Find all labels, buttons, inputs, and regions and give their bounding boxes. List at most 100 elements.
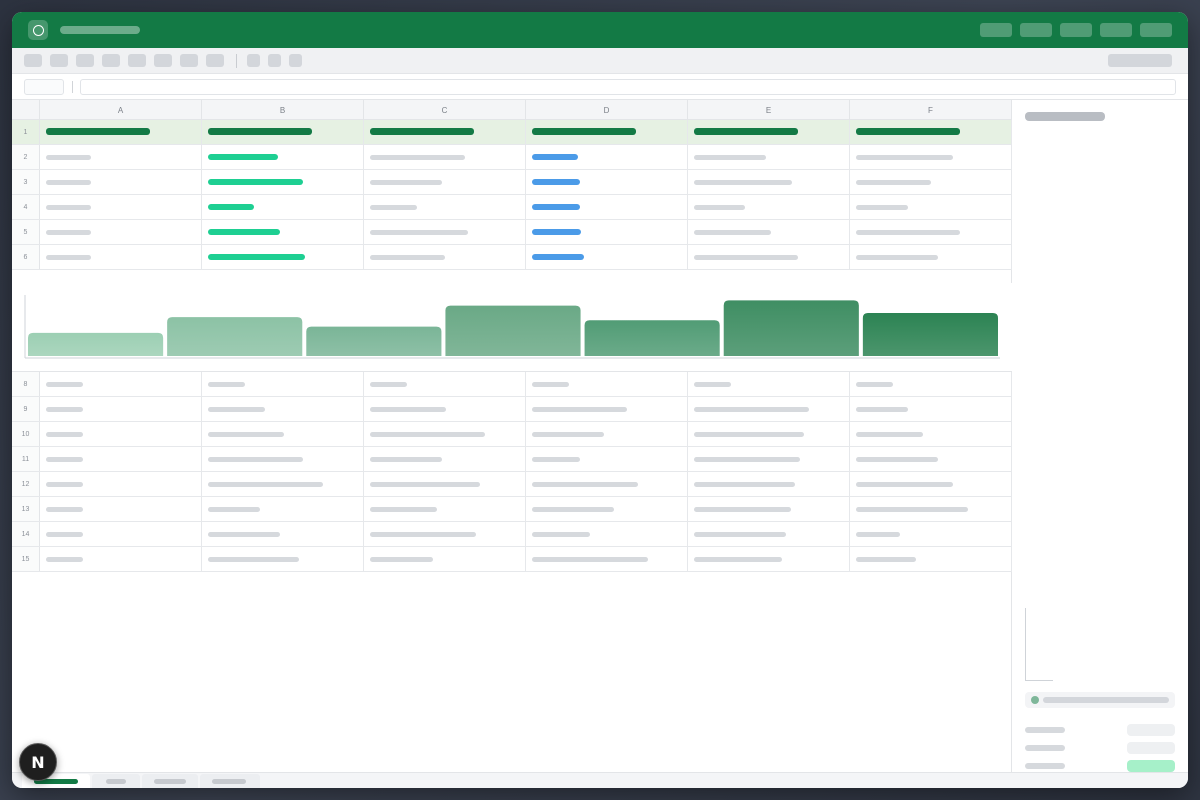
table-cell[interactable] [202, 372, 364, 396]
table-cell[interactable] [202, 120, 364, 144]
row-number[interactable]: 14 [12, 522, 40, 546]
title-action-button[interactable] [1060, 23, 1092, 37]
table-cell[interactable] [850, 447, 1012, 471]
table-cell[interactable] [850, 397, 1012, 421]
table-cell[interactable] [850, 145, 1012, 169]
table-cell[interactable] [40, 195, 202, 219]
table-cell[interactable] [850, 195, 1012, 219]
column-header[interactable]: B [202, 100, 364, 120]
table-cell[interactable] [202, 547, 364, 571]
table-cell[interactable] [850, 422, 1012, 446]
table-cell[interactable] [40, 170, 202, 194]
table-cell[interactable] [850, 220, 1012, 244]
table-cell[interactable] [688, 522, 850, 546]
table-cell[interactable] [202, 245, 364, 269]
table-cell[interactable] [526, 447, 688, 471]
sheet-tab[interactable] [200, 774, 260, 788]
row-number[interactable]: 2 [12, 145, 40, 169]
table-cell[interactable] [364, 220, 526, 244]
toolbar-button[interactable] [268, 54, 281, 67]
table-cell[interactable] [364, 472, 526, 496]
table-cell[interactable] [364, 170, 526, 194]
table-cell[interactable] [850, 120, 1012, 144]
table-cell[interactable] [202, 472, 364, 496]
column-header[interactable]: D [526, 100, 688, 120]
table-cell[interactable] [40, 245, 202, 269]
table-cell[interactable] [364, 547, 526, 571]
table-cell[interactable] [202, 195, 364, 219]
table-cell[interactable] [364, 522, 526, 546]
table-cell[interactable] [526, 120, 688, 144]
title-action-button[interactable] [1100, 23, 1132, 37]
table-cell[interactable] [40, 372, 202, 396]
sheet-tab[interactable] [142, 774, 198, 788]
table-cell[interactable] [40, 497, 202, 521]
table-cell[interactable] [364, 120, 526, 144]
row-number[interactable]: 3 [12, 170, 40, 194]
row-number[interactable]: 5 [12, 220, 40, 244]
title-action-button[interactable] [1140, 23, 1172, 37]
table-cell[interactable] [40, 522, 202, 546]
column-header[interactable]: A [40, 100, 202, 120]
table-cell[interactable] [364, 497, 526, 521]
toolbar-button[interactable] [247, 54, 260, 67]
property-value-toggle[interactable] [1127, 760, 1175, 772]
status-badge[interactable]: N [19, 743, 57, 781]
column-header[interactable]: E [688, 100, 850, 120]
cell-name-box[interactable] [24, 79, 64, 95]
table-cell[interactable] [202, 170, 364, 194]
table-cell[interactable] [850, 497, 1012, 521]
table-cell[interactable] [688, 497, 850, 521]
table-cell[interactable] [850, 547, 1012, 571]
toolbar-button[interactable] [24, 54, 42, 67]
property-value-field[interactable] [1127, 724, 1175, 736]
toolbar-button[interactable] [50, 54, 68, 67]
table-cell[interactable] [40, 547, 202, 571]
property-value-field[interactable] [1127, 742, 1175, 754]
row-number[interactable]: 15 [12, 547, 40, 571]
row-number[interactable]: 8 [12, 372, 40, 396]
row-number[interactable]: 4 [12, 195, 40, 219]
legend-item[interactable] [1025, 692, 1175, 708]
table-cell[interactable] [202, 522, 364, 546]
table-cell[interactable] [688, 397, 850, 421]
table-cell[interactable] [526, 170, 688, 194]
formula-input[interactable] [80, 79, 1176, 95]
row-number[interactable]: 11 [12, 447, 40, 471]
sheet-tab[interactable] [92, 774, 140, 788]
table-cell[interactable] [688, 372, 850, 396]
toolbar-button[interactable] [180, 54, 198, 67]
toolbar-button[interactable] [206, 54, 224, 67]
table-cell[interactable] [526, 195, 688, 219]
table-cell[interactable] [526, 472, 688, 496]
table-cell[interactable] [202, 397, 364, 421]
toolbar-button[interactable] [102, 54, 120, 67]
table-cell[interactable] [688, 245, 850, 269]
table-cell[interactable] [526, 497, 688, 521]
table-cell[interactable] [202, 447, 364, 471]
toolbar-button[interactable] [154, 54, 172, 67]
table-cell[interactable] [364, 372, 526, 396]
title-action-button[interactable] [980, 23, 1012, 37]
table-cell[interactable] [202, 145, 364, 169]
toolbar-button[interactable] [128, 54, 146, 67]
table-cell[interactable] [202, 422, 364, 446]
table-cell[interactable] [40, 472, 202, 496]
table-cell[interactable] [688, 422, 850, 446]
table-cell[interactable] [40, 447, 202, 471]
table-cell[interactable] [202, 220, 364, 244]
table-cell[interactable] [40, 220, 202, 244]
table-cell[interactable] [364, 195, 526, 219]
row-number[interactable]: 10 [12, 422, 40, 446]
table-cell[interactable] [688, 195, 850, 219]
toolbar-right-button[interactable] [1108, 54, 1172, 67]
table-cell[interactable] [688, 472, 850, 496]
table-cell[interactable] [40, 397, 202, 421]
table-cell[interactable] [850, 372, 1012, 396]
table-cell[interactable] [688, 220, 850, 244]
table-cell[interactable] [364, 447, 526, 471]
row-number[interactable]: 9 [12, 397, 40, 421]
table-cell[interactable] [850, 170, 1012, 194]
toolbar-button[interactable] [289, 54, 302, 67]
table-cell[interactable] [850, 522, 1012, 546]
